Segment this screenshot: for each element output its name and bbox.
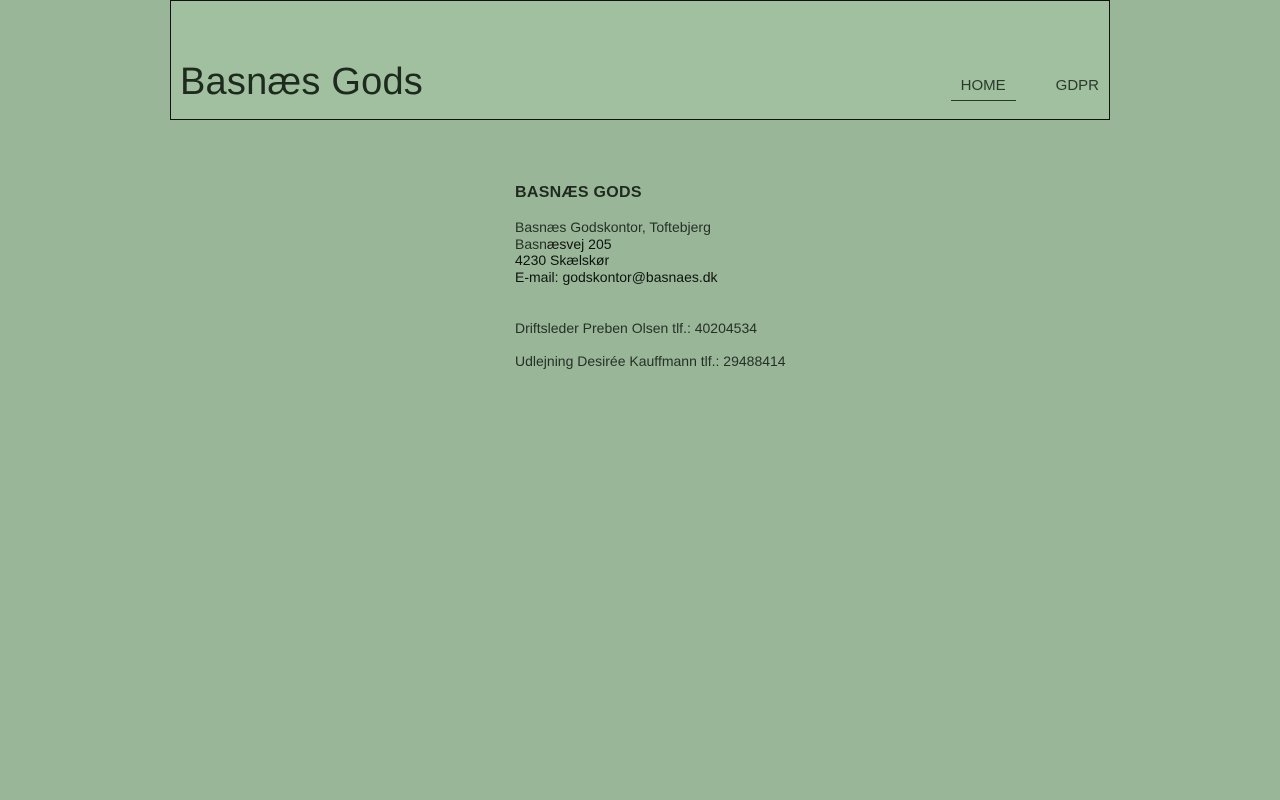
address-block: Basnæs Godskontor, Toftebjerg Basnæsvej … — [515, 219, 1015, 286]
section-heading: BASNÆS GODS — [515, 184, 642, 201]
contact-manager: Driftsleder Preben Olsen tlf.: 40204534 — [515, 319, 758, 336]
street-part-2: æsvej 205 — [546, 235, 612, 252]
nav-item-gdpr[interactable]: GDPR — [1046, 67, 1109, 100]
address-line-office: Basnæs Godskontor, Toftebjerg — [515, 219, 711, 235]
contact-rental: Udlejning Desirée Kauffmann tlf.: 294884… — [515, 352, 786, 369]
street-part-1: Basn — [515, 235, 547, 252]
nav-item-home[interactable]: HOME — [950, 67, 1016, 101]
site-title[interactable]: Basnæs Gods — [180, 60, 423, 104]
site-header: Basnæs Gods HOME GDPR — [170, 0, 1110, 120]
address-line-email[interactable]: E-mail: godskontor@basnaes.dk — [515, 269, 1015, 286]
address-line-postal: 4230 Skælskør — [515, 252, 610, 269]
contact-section: BASNÆS GODS Basnæs Godskontor, Toftebjer… — [515, 183, 1015, 370]
address-line-street: Basnæsvej 205 — [515, 236, 1015, 253]
main-nav: HOME GDPR — [950, 67, 1109, 101]
